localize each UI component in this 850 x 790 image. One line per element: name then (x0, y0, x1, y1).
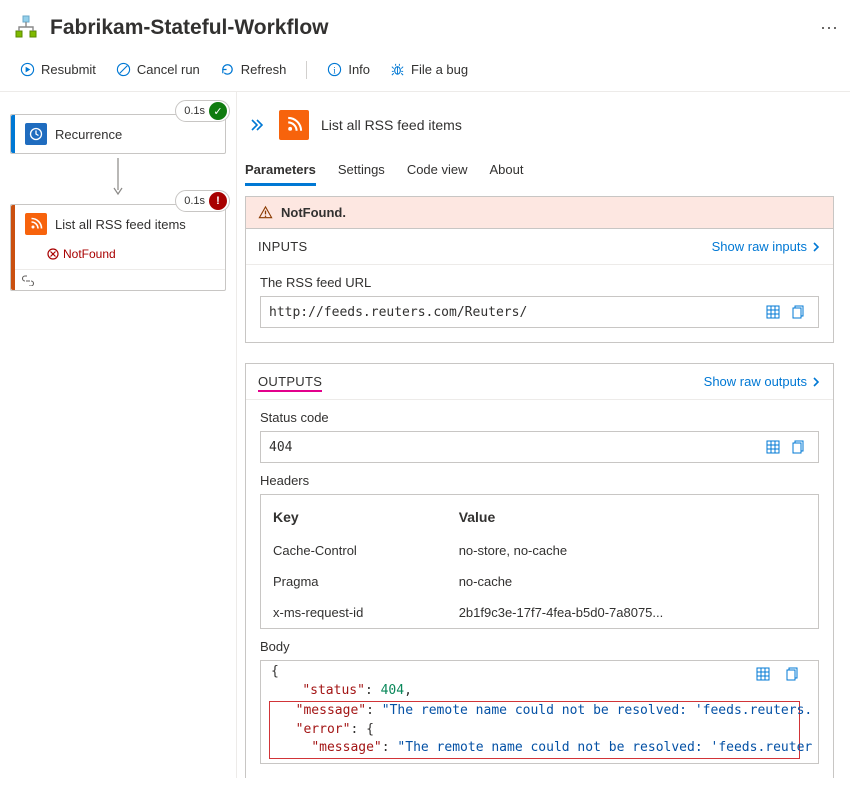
more-actions-icon[interactable]: ⋯ (810, 18, 838, 39)
toolbar: Resubmit Cancel run Refresh i Info File … (0, 50, 850, 92)
table-row: x-ms-request-id 2b1f9c3e-17f7-4fea-b5d0-… (261, 597, 818, 628)
resubmit-label: Resubmit (41, 62, 96, 77)
file-bug-button[interactable]: File a bug (382, 58, 476, 81)
show-raw-inputs-link[interactable]: Show raw inputs (712, 239, 821, 254)
rss-url-value: http://feeds.reuters.com/Reuters/ (260, 296, 819, 328)
detail-tabs: Parameters Settings Code view About (241, 150, 838, 186)
detail-title: List all RSS feed items (321, 117, 462, 133)
headers-key-col: Key (261, 495, 447, 535)
designer-pane: 0.1s ✓ Recurrence 0.1s ! (0, 92, 237, 778)
node-rss[interactable]: 0.1s ! List all RSS feed items NotFound (10, 204, 226, 291)
tab-settings[interactable]: Settings (338, 156, 385, 186)
inputs-panel: INPUTS Show raw inputs The RSS feed URL … (245, 228, 834, 343)
grid-view-icon[interactable] (752, 665, 774, 683)
copy-icon[interactable] (788, 303, 810, 321)
body-line: "error": { (270, 721, 799, 740)
tab-about[interactable]: About (490, 156, 524, 186)
recurrence-icon (25, 123, 47, 145)
node-rss-title: List all RSS feed items (55, 217, 186, 232)
cancel-run-label: Cancel run (137, 62, 200, 77)
badge-duration: 0.1s (184, 195, 205, 207)
show-raw-outputs-link[interactable]: Show raw outputs (704, 374, 821, 389)
inputs-heading: INPUTS (258, 239, 712, 254)
body-label: Body (260, 639, 819, 654)
page-header: Fabrikam-Stateful-Workflow ⋯ (0, 0, 850, 50)
svg-text:i: i (334, 66, 337, 76)
collapse-toggle-icon[interactable] (245, 114, 267, 136)
rss-icon (279, 110, 309, 140)
error-circle-icon (47, 248, 59, 260)
node-link-icon[interactable] (11, 269, 225, 290)
error-banner-text: NotFound. (281, 205, 346, 220)
rss-icon (25, 213, 47, 235)
outputs-panel: OUTPUTS Show raw outputs Status code 404 (245, 363, 834, 778)
info-button[interactable]: i Info (319, 58, 378, 81)
cancel-run-button[interactable]: Cancel run (108, 58, 208, 81)
chevron-right-icon (811, 377, 821, 387)
headers-table[interactable]: Key Value Cache-Control no-store, no-cac… (260, 494, 819, 629)
node-recurrence[interactable]: 0.1s ✓ Recurrence (10, 114, 226, 154)
rss-url-label: The RSS feed URL (260, 275, 819, 290)
table-row: Cache-Control no-store, no-cache (261, 535, 818, 566)
node-rss-error-label: NotFound (63, 247, 116, 261)
node-rss-error: NotFound (11, 243, 225, 269)
cancel-icon (116, 62, 131, 77)
chevron-right-icon (811, 242, 821, 252)
error-icon: ! (209, 192, 227, 210)
file-bug-label: File a bug (411, 62, 468, 77)
grid-view-icon[interactable] (762, 303, 784, 321)
body-line: { (261, 663, 818, 682)
headers-value-col: Value (447, 495, 818, 535)
success-icon: ✓ (209, 102, 227, 120)
refresh-icon (220, 62, 235, 77)
warning-icon (258, 205, 273, 220)
tab-code-view[interactable]: Code view (407, 156, 468, 186)
toolbar-separator (306, 61, 307, 79)
error-banner: NotFound. (245, 196, 834, 228)
status-code-value: 404 (260, 431, 819, 463)
table-row: Pragma no-cache (261, 566, 818, 597)
outputs-heading: OUTPUTS (258, 374, 704, 389)
badge-duration: 0.1s (184, 105, 205, 117)
details-pane: List all RSS feed items Parameters Setti… (237, 92, 850, 778)
copy-icon[interactable] (788, 438, 810, 456)
highlighted-error-block: "message": "The remote name could not be… (269, 701, 800, 760)
workflow-app-icon (12, 14, 40, 42)
connector-arrow-icon (109, 158, 127, 198)
info-label: Info (348, 62, 370, 77)
grid-view-icon[interactable] (762, 438, 784, 456)
tab-parameters[interactable]: Parameters (245, 156, 316, 186)
node-rss-badge: 0.1s ! (175, 190, 230, 212)
status-code-label: Status code (260, 410, 819, 425)
body-line: "message": "The remote name could not be… (270, 739, 799, 758)
body-line: "message": "The remote name could not be… (270, 702, 799, 721)
node-recurrence-badge: 0.1s ✓ (175, 100, 230, 122)
copy-icon[interactable] (782, 665, 804, 683)
body-line: "status": 404, (261, 682, 818, 701)
headers-label: Headers (260, 473, 819, 488)
refresh-label: Refresh (241, 62, 287, 77)
node-recurrence-title: Recurrence (55, 127, 122, 142)
bug-icon (390, 62, 405, 77)
body-content[interactable]: { "status": 404, "message": "The remote … (260, 660, 819, 764)
refresh-button[interactable]: Refresh (212, 58, 295, 81)
info-icon: i (327, 62, 342, 77)
resubmit-button[interactable]: Resubmit (12, 58, 104, 81)
resubmit-icon (20, 62, 35, 77)
page-title: Fabrikam-Stateful-Workflow (50, 16, 810, 40)
